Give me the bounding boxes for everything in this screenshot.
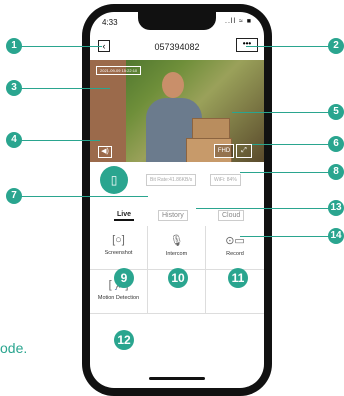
status-icons: ..ll ≈ ■ bbox=[225, 18, 252, 25]
callout-7: 7 bbox=[6, 188, 22, 204]
screenshot-button[interactable]: [○] Screenshot bbox=[90, 226, 148, 270]
motion-detection-label: Motion Detection bbox=[97, 295, 140, 301]
leader-line bbox=[232, 112, 334, 113]
leader-line bbox=[196, 208, 334, 209]
home-indicator bbox=[149, 377, 205, 380]
device-info-bar: ▯ Bit Rate:41.86KB/s WiFi: 84% bbox=[90, 162, 264, 206]
speaker-icon: ◀) bbox=[101, 148, 109, 155]
callout-8: 8 bbox=[328, 164, 344, 180]
leader-line bbox=[16, 196, 148, 197]
record-button[interactable]: ⊙▭ Record bbox=[206, 226, 264, 270]
leader-line bbox=[16, 88, 110, 89]
app-header: ‹ 057394082 ••• bbox=[90, 38, 264, 56]
person-head bbox=[162, 72, 184, 98]
fhd-button[interactable]: FHD bbox=[214, 144, 234, 158]
callout-3: 3 bbox=[6, 80, 22, 96]
expand-icon: ⤢ bbox=[241, 147, 247, 154]
status-time: 4:33 bbox=[102, 18, 118, 27]
tab-live[interactable]: Live bbox=[114, 210, 135, 221]
tab-history[interactable]: History bbox=[158, 210, 188, 221]
live-video-feed[interactable]: 2021-09-09 15:22:10 ◀) FHD ⤢ bbox=[90, 60, 264, 162]
wifi-readout: WiFi: 84% bbox=[210, 174, 241, 186]
record-label: Record bbox=[226, 251, 244, 257]
callout-13: 13 bbox=[328, 200, 344, 216]
caption-fragment: ode. bbox=[0, 340, 28, 356]
screenshot-label: Screenshot bbox=[104, 250, 133, 256]
leader-line bbox=[16, 140, 100, 141]
bitrate-readout: Bit Rate:41.86KB/s bbox=[146, 174, 197, 186]
callout-1: 1 bbox=[6, 38, 22, 54]
microphone-icon: 🎙 bbox=[169, 235, 184, 247]
doorbell-device-icon: ▯ bbox=[100, 166, 128, 194]
mute-button[interactable]: ◀) bbox=[98, 146, 112, 158]
tab-cloud[interactable]: Cloud bbox=[218, 210, 245, 221]
phone-screen: 4:33 ..ll ≈ ■ ‹ 057394082 ••• 2021-09-09… bbox=[90, 12, 264, 388]
notch bbox=[138, 12, 216, 30]
callout-6: 6 bbox=[328, 136, 344, 152]
more-button[interactable]: ••• bbox=[236, 38, 258, 52]
callout-2: 2 bbox=[328, 38, 344, 54]
intercom-label: Intercom bbox=[165, 251, 188, 257]
callout-5: 5 bbox=[328, 104, 344, 120]
timestamp-watermark: 2021-09-09 15:22:10 bbox=[96, 66, 142, 75]
leader-line bbox=[252, 144, 334, 145]
tab-bar: Live History Cloud bbox=[90, 206, 264, 227]
leader-line bbox=[246, 46, 334, 47]
callout-14: 14 bbox=[328, 228, 344, 244]
callout-4: 4 bbox=[6, 132, 22, 148]
leader-line bbox=[240, 236, 334, 237]
leader-line bbox=[16, 46, 102, 47]
intercom-button[interactable]: 🎙 Intercom bbox=[148, 226, 206, 270]
fullscreen-button[interactable]: ⤢ bbox=[236, 144, 252, 158]
callout-11: 11 bbox=[228, 268, 248, 288]
screenshot-icon: [○] bbox=[112, 234, 125, 246]
callout-9: 9 bbox=[114, 268, 134, 288]
callout-12: 12 bbox=[114, 330, 134, 350]
callout-10: 10 bbox=[168, 268, 188, 288]
leader-line bbox=[240, 172, 334, 173]
